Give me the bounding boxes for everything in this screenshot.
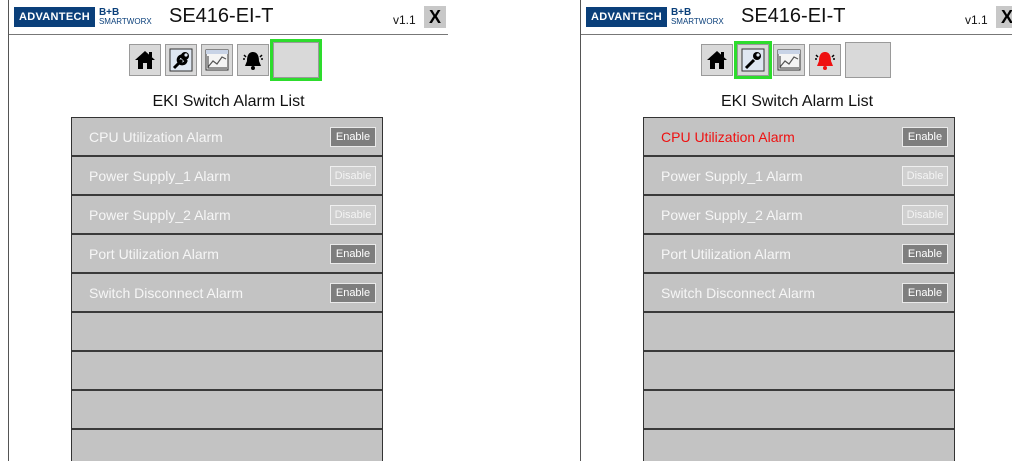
alarm-label: Switch Disconnect Alarm [661,285,816,301]
alarm-row-switch-disconnect: Switch Disconnect Alarm Enable [644,274,954,313]
home-button[interactable] [129,44,161,76]
alarm-button[interactable] [237,44,269,76]
alarm-row-port-utilization: Port Utilization Alarm Enable [644,235,954,274]
enable-button[interactable]: Enable [330,244,376,264]
close-button[interactable]: X [996,6,1012,28]
empty-alarm-row [72,430,382,461]
blank-button[interactable] [270,39,322,81]
hmi-panel-left: ADVANTECH B+B SMARTWORX SE416-EI-T v1.1 … [8,0,448,461]
disable-button[interactable]: Disable [902,205,948,225]
alarm-list: CPU Utilization Alarm Enable Power Suppl… [643,117,955,461]
empty-alarm-row [72,352,382,391]
alarm-label: Power Supply_1 Alarm [89,168,231,184]
title-bar: ADVANTECH B+B SMARTWORX SE416-EI-T v1.1 … [9,0,448,35]
advantech-logo: ADVANTECH B+B SMARTWORX [586,7,724,27]
empty-alarm-row [72,391,382,430]
advantech-logo: ADVANTECH B+B SMARTWORX [14,7,152,27]
version-label: v1.1 [393,13,416,27]
alarm-button[interactable] [809,44,841,76]
title-bar: ADVANTECH B+B SMARTWORX SE416-EI-T v1.1 … [581,0,1012,35]
hmi-panel-right: ADVANTECH B+B SMARTWORX SE416-EI-T v1.1 … [580,0,1012,461]
logo-sub-bottom: SMARTWORX [670,17,724,26]
alarm-row-port-utilization: Port Utilization Alarm Enable [72,235,382,274]
alarm-list-heading: EKI Switch Alarm List [152,93,305,110]
logo-brand: ADVANTECH [586,7,667,27]
version-label: v1.1 [965,13,988,27]
nav-toolbar [129,39,322,81]
wrench-icon [169,48,193,72]
empty-alarm-row [644,391,954,430]
logo-sub-bottom: SMARTWORX [98,17,152,26]
alarm-label: Switch Disconnect Alarm [89,285,244,301]
empty-alarm-row [72,313,382,352]
alarm-label-active: CPU Utilization Alarm [661,129,795,145]
alarm-list: CPU Utilization Alarm Enable Power Suppl… [71,117,383,461]
alarm-row-power-supply-2: Power Supply_2 Alarm Disable [72,196,382,235]
logo-brand: ADVANTECH [14,7,95,27]
alarm-row-power-supply-2: Power Supply_2 Alarm Disable [644,196,954,235]
empty-alarm-row [644,352,954,391]
empty-alarm-row [644,313,954,352]
enable-button[interactable]: Enable [330,283,376,303]
settings-button[interactable] [165,44,197,76]
alarm-row-switch-disconnect: Switch Disconnect Alarm Enable [72,274,382,313]
alarm-row-cpu-utilization: CPU Utilization Alarm Enable [644,118,954,157]
alarm-bell-active-icon [815,52,835,70]
chart-icon [777,49,801,71]
statistics-button[interactable] [201,44,233,76]
alarm-label: Port Utilization Alarm [661,246,791,262]
alarm-label: Power Supply_1 Alarm [661,168,803,184]
alarm-label: Power Supply_2 Alarm [89,207,231,223]
close-button[interactable]: X [424,6,446,28]
alarm-label: CPU Utilization Alarm [89,129,223,145]
blank-button[interactable] [845,42,891,78]
home-icon [135,51,155,69]
disable-button[interactable]: Disable [330,205,376,225]
enable-button[interactable]: Enable [902,244,948,264]
enable-button[interactable]: Enable [902,283,948,303]
disable-button[interactable]: Disable [330,166,376,186]
enable-button[interactable]: Enable [330,127,376,147]
statistics-button[interactable] [773,44,805,76]
home-icon [707,51,727,69]
alarm-list-heading: EKI Switch Alarm List [720,93,874,110]
chart-icon [205,49,229,71]
disable-button[interactable]: Disable [902,166,948,186]
enable-button[interactable]: Enable [902,127,948,147]
home-button[interactable] [701,44,733,76]
alarm-label: Power Supply_2 Alarm [661,207,803,223]
empty-alarm-row [644,430,954,461]
device-title: SE416-EI-T [169,5,274,27]
logo-sub-top: B+B [670,7,692,18]
alarm-bell-icon [243,52,263,70]
alarm-row-power-supply-1: Power Supply_1 Alarm Disable [644,157,954,196]
wrench-icon [741,48,765,72]
alarm-label: Port Utilization Alarm [89,246,219,262]
nav-toolbar [701,41,891,79]
alarm-row-cpu-utilization: CPU Utilization Alarm Enable [72,118,382,157]
settings-button[interactable] [734,41,772,79]
device-title: SE416-EI-T [741,5,846,27]
alarm-row-power-supply-1: Power Supply_1 Alarm Disable [72,157,382,196]
logo-sub-top: B+B [98,7,120,18]
